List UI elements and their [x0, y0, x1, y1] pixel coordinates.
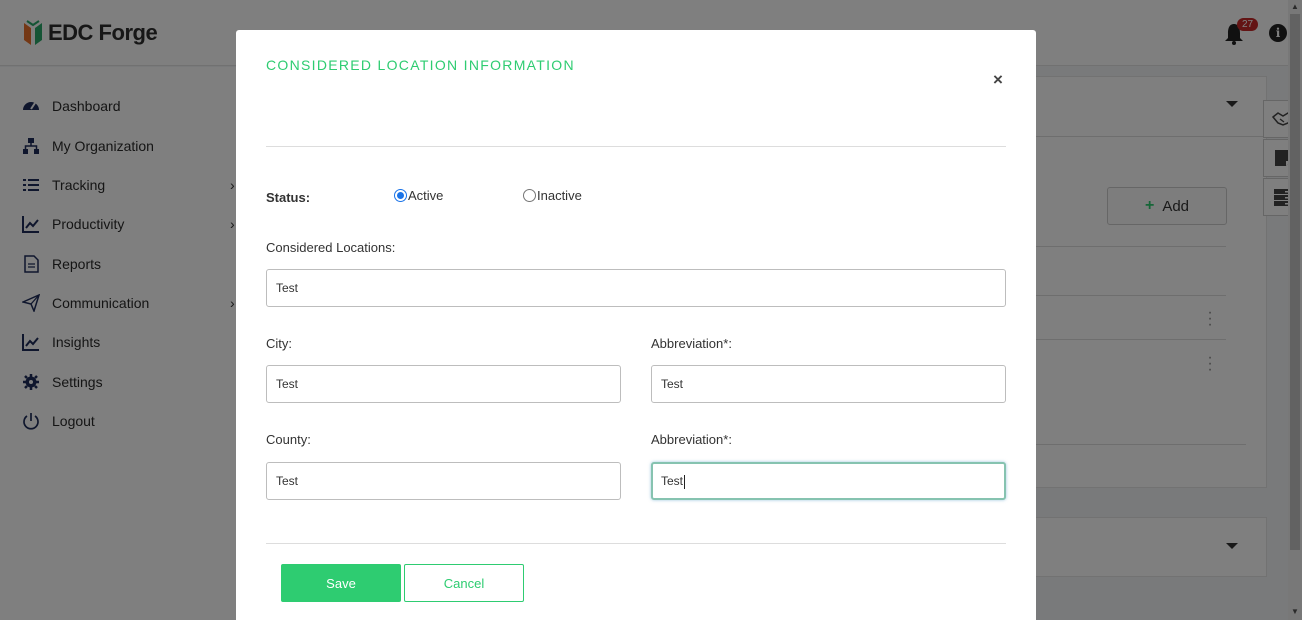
county-label: County:: [266, 432, 311, 447]
radio-button[interactable]: [523, 189, 536, 202]
modal-title: CONSIDERED LOCATION INFORMATION: [266, 57, 575, 73]
city-label: City:: [266, 336, 292, 351]
considered-locations-label: Considered Locations:: [266, 240, 396, 255]
divider: [266, 543, 1006, 544]
city-input[interactable]: Test: [266, 365, 621, 403]
cancel-button[interactable]: Cancel: [404, 564, 524, 602]
save-button[interactable]: Save: [281, 564, 401, 602]
city-abbreviation-input[interactable]: Test: [651, 365, 1006, 403]
divider: [266, 146, 1006, 147]
status-radio-inactive[interactable]: Inactive: [523, 188, 582, 203]
city-abbreviation-label: Abbreviation*:: [651, 336, 732, 351]
county-abbreviation-value: Test: [661, 474, 684, 488]
radio-label: Active: [408, 188, 444, 203]
text-cursor: [684, 474, 686, 489]
considered-locations-input[interactable]: Test: [266, 269, 1006, 307]
status-radio-active[interactable]: Active: [394, 188, 443, 203]
county-abbreviation-input[interactable]: Test: [651, 462, 1006, 500]
close-icon[interactable]: ×: [993, 70, 1003, 90]
status-label: Status:: [266, 190, 311, 205]
county-abbreviation-label: Abbreviation*:: [651, 432, 732, 447]
location-info-modal: CONSIDERED LOCATION INFORMATION × Status…: [236, 30, 1036, 620]
county-input[interactable]: Test: [266, 462, 621, 500]
radio-button-checked[interactable]: [394, 189, 407, 202]
radio-label: Inactive: [537, 188, 582, 203]
